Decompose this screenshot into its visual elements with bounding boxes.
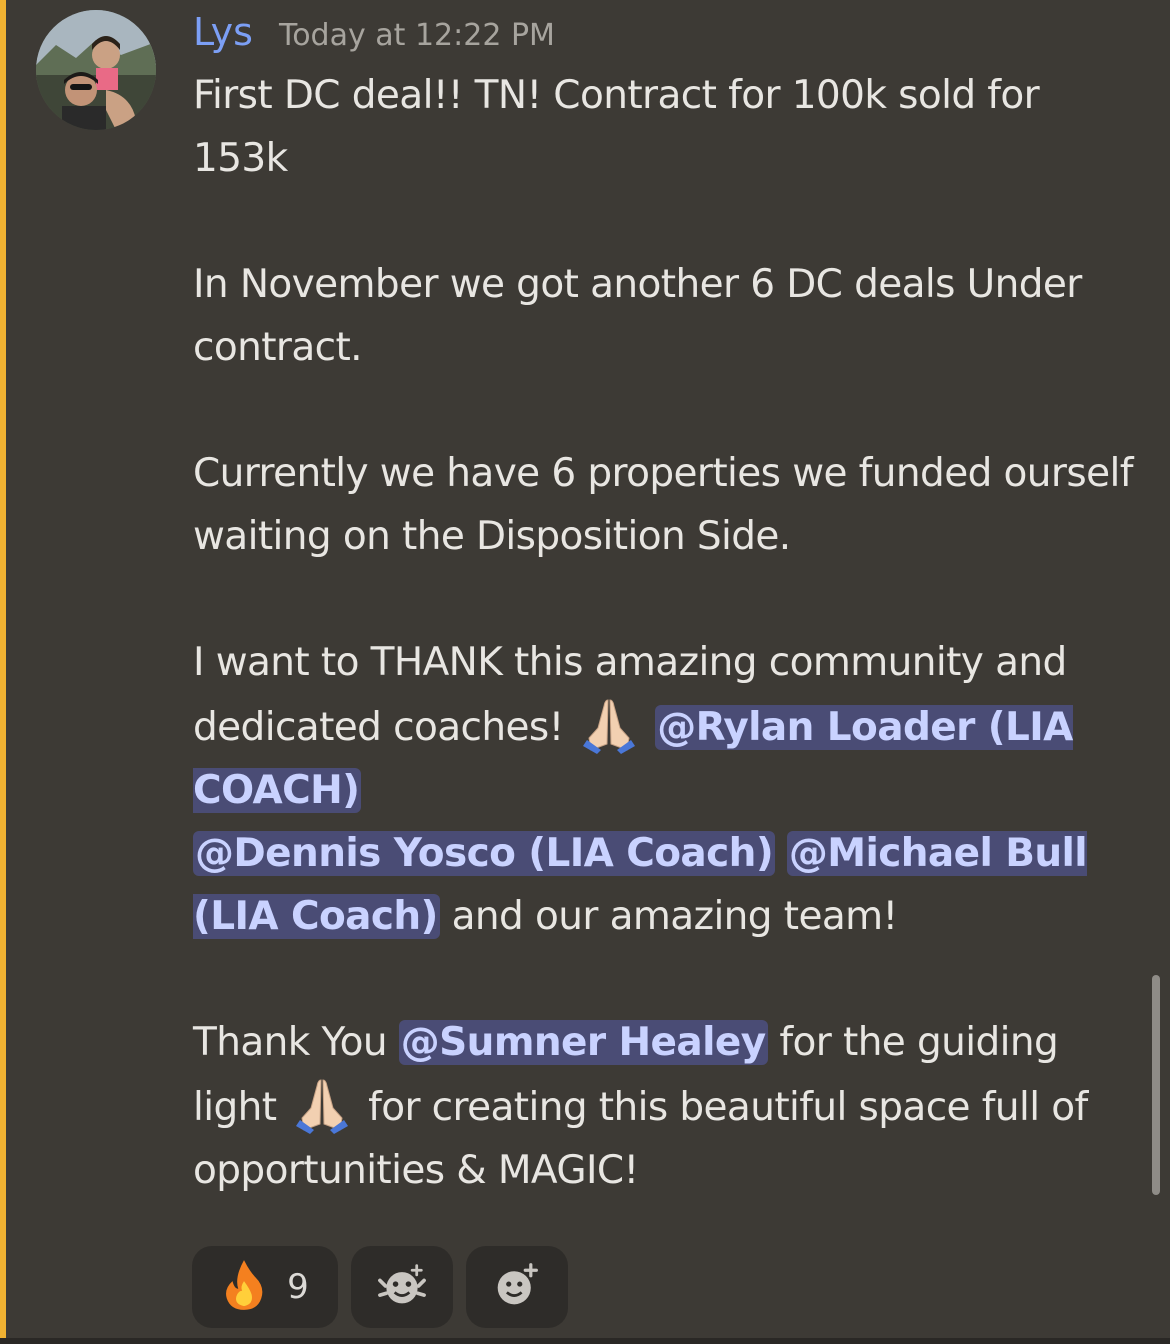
reactions-bar: 9 xyxy=(192,1246,568,1328)
paragraph: I want to THANK this amazing community a… xyxy=(193,631,1133,948)
divider xyxy=(0,1338,1170,1344)
reaction-fire[interactable]: 9 xyxy=(192,1246,338,1328)
paragraph: Currently we have 6 properties we funded… xyxy=(193,451,1133,559)
reaction-count: 9 xyxy=(287,1267,309,1307)
paragraph: In November we got another 6 DC deals Un… xyxy=(193,262,1082,370)
folded-hands-emoji-icon xyxy=(579,694,639,754)
chat-message: Lys Today at 12:22 PM First DC deal!! TN… xyxy=(0,0,1170,1344)
mention-dennis-yosco[interactable]: @Dennis Yosco (LIA Coach) xyxy=(193,831,776,876)
text-segment: and our amazing team! xyxy=(451,894,899,939)
text-segment: Thank You xyxy=(193,1020,388,1065)
add-super-reaction-button[interactable] xyxy=(351,1246,453,1328)
timestamp: Today at 12:22 PM xyxy=(278,18,555,53)
fire-icon xyxy=(221,1258,267,1316)
avatar[interactable] xyxy=(36,10,156,130)
highlight-accent-bar xyxy=(0,0,6,1344)
scrollbar[interactable] xyxy=(1152,975,1160,1195)
username[interactable]: Lys xyxy=(193,10,253,54)
message-content: First DC deal!! TN! Contract for 100k so… xyxy=(193,64,1133,1202)
paragraph: First DC deal!! TN! Contract for 100k so… xyxy=(193,73,1040,181)
add-reaction-icon xyxy=(494,1262,540,1312)
mention-sumner-healey[interactable]: @Sumner Healey xyxy=(398,1020,768,1065)
paragraph: Thank You @Sumner Healey for the guiding… xyxy=(193,1011,1133,1202)
add-super-reaction-icon xyxy=(374,1262,430,1312)
avatar-photo-icon xyxy=(36,10,156,130)
folded-hands-emoji-icon xyxy=(292,1074,352,1134)
message-header: Lys Today at 12:22 PM xyxy=(193,10,555,60)
add-reaction-button[interactable] xyxy=(466,1246,568,1328)
